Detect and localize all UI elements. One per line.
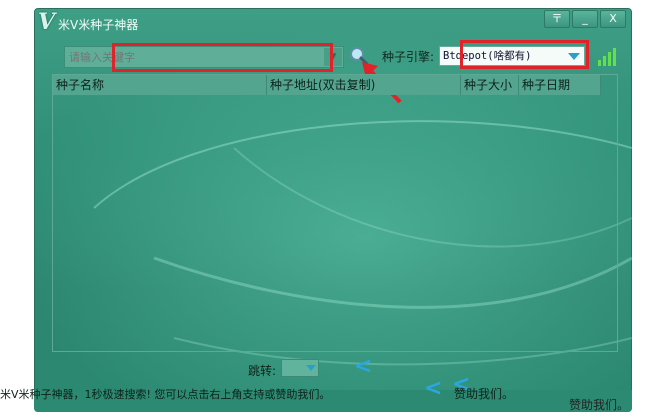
sponsor-link-outside[interactable]: 赞助我们。 bbox=[569, 396, 629, 413]
search-history-dropdown[interactable]: ▼ bbox=[324, 48, 342, 66]
chevron-down-icon bbox=[306, 365, 316, 371]
prev-page-button[interactable]: < bbox=[354, 356, 372, 378]
window-title: 米V米种子神器 bbox=[58, 18, 139, 32]
app-window: V 米V米种子神器 〒 _ X ▼ 种子引擎: Btdepot(啥都有) 种子名… bbox=[34, 8, 632, 412]
chevron-left-icon[interactable]: < bbox=[424, 378, 442, 400]
engine-selected-value: Btdepot(啥都有) bbox=[443, 50, 532, 62]
engine-label: 种子引擎: bbox=[382, 50, 435, 64]
jump-page-select[interactable] bbox=[281, 359, 319, 377]
sponsor-link[interactable]: 赞助我们。 bbox=[454, 385, 514, 402]
search-combobox[interactable]: ▼ bbox=[64, 46, 344, 68]
jump-label: 跳转: bbox=[248, 364, 277, 378]
chevron-down-icon bbox=[568, 53, 580, 60]
signal-bars-icon bbox=[596, 46, 620, 66]
title-bar: V 米V米种子神器 〒 _ X bbox=[34, 8, 632, 36]
column-header-name[interactable]: 种子名称 bbox=[53, 75, 267, 95]
minimize-button[interactable]: _ bbox=[572, 10, 598, 28]
engine-select[interactable]: Btdepot(啥都有) bbox=[439, 46, 585, 66]
status-text: 米V米种子神器，1秒极速搜索! 您可以点击右上角支持或赞助我们。 bbox=[0, 388, 331, 401]
close-button[interactable]: X bbox=[600, 10, 626, 28]
search-input[interactable] bbox=[67, 49, 323, 65]
column-header-date[interactable]: 种子日期 bbox=[519, 75, 601, 95]
column-header-address[interactable]: 种子地址(双击复制) bbox=[267, 75, 461, 95]
table-header: 种子名称 种子地址(双击复制) 种子大小 种子日期 bbox=[53, 75, 601, 95]
app-logo: V bbox=[38, 9, 56, 35]
menu-button[interactable]: 〒 bbox=[544, 10, 570, 28]
results-table[interactable]: 种子名称 种子地址(双击复制) 种子大小 种子日期 bbox=[52, 74, 618, 352]
column-header-size[interactable]: 种子大小 bbox=[461, 75, 519, 95]
